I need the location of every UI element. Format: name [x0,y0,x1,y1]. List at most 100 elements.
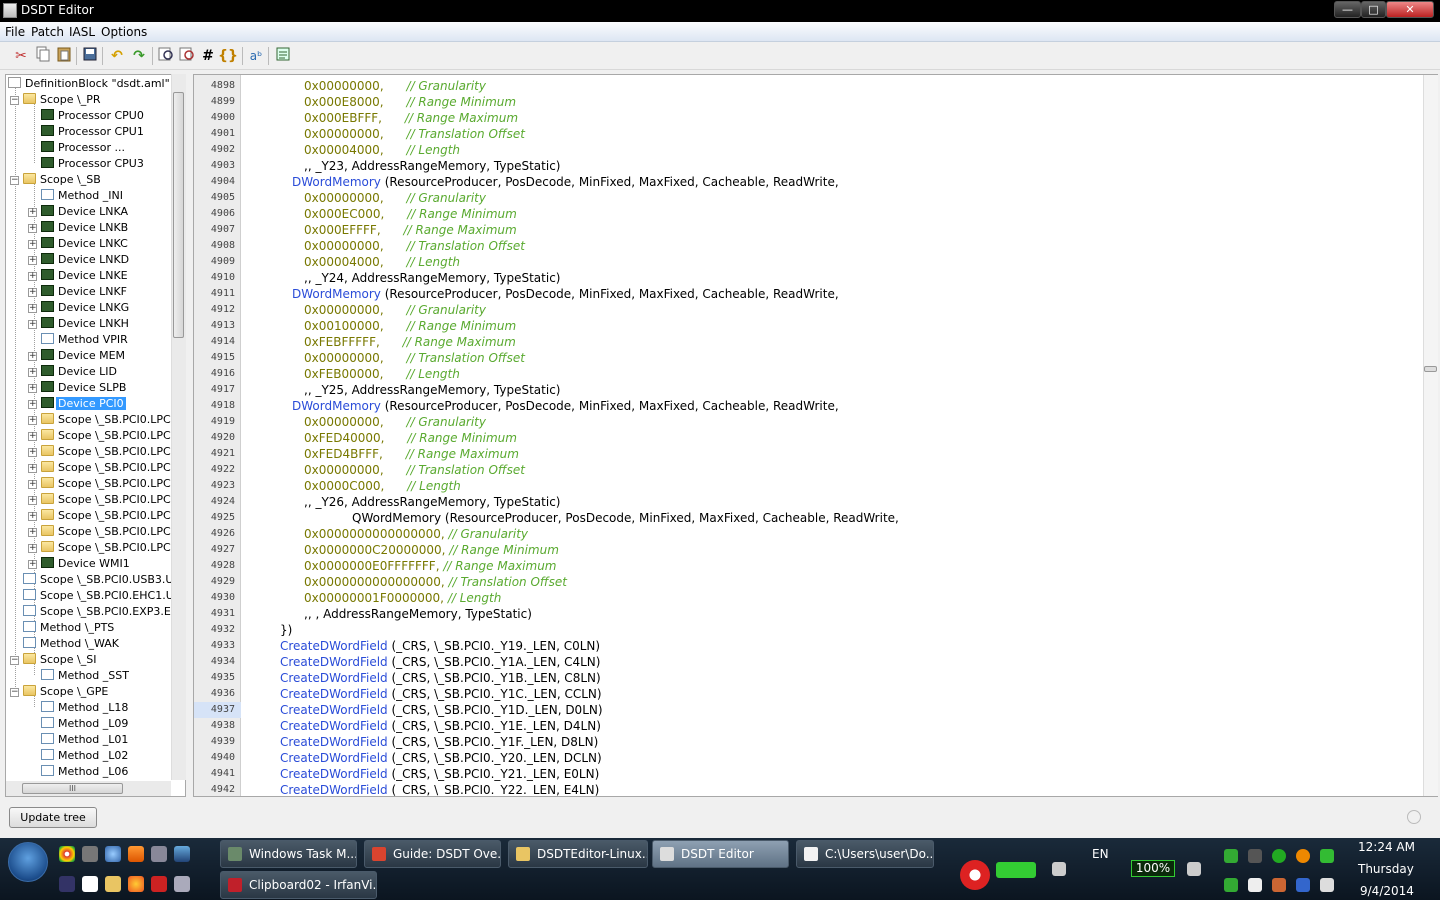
code-line[interactable]: CreateDWordField (_CRS, \_SB.PCI0._Y1E._… [280,718,601,734]
tree-expander[interactable]: + [28,256,37,265]
tree-expander[interactable]: + [28,480,37,489]
tree-expander[interactable]: + [28,304,37,313]
tree-node[interactable]: Scope \_SB [23,172,101,188]
network-icon[interactable] [1272,878,1286,892]
taskbar-button[interactable]: Windows Task M... [220,840,357,868]
app-tray-icon[interactable] [1224,878,1238,892]
clock-date[interactable]: 9/4/2014 [1360,884,1414,898]
clock-day[interactable]: Thursday [1358,862,1414,876]
box-icon[interactable] [174,876,190,892]
vlc-icon[interactable] [128,846,144,862]
update-tree-button[interactable]: Update tree [9,807,97,828]
tree-expander[interactable]: + [28,272,37,281]
taskbar-button[interactable]: DSDTEditor-Linux... [508,840,648,868]
code-line[interactable]: 0x00004000, // Length [304,142,460,158]
tree-node[interactable]: Scope \_SB.PCI0.LPC.E [41,492,181,508]
tree-node[interactable]: Device PCI0 [41,396,126,412]
tree-node[interactable]: Method _L18 [41,700,128,716]
shield-icon[interactable] [1224,849,1238,863]
code-line[interactable]: ,, , AddressRangeMemory, TypeStatic) [304,606,532,622]
code-line[interactable]: 0x000EFFFF, // Range Maximum [304,222,517,238]
code-line[interactable]: CreateDWordField (_CRS, \_SB.PCI0._Y19._… [280,638,600,654]
code-line[interactable]: 0x00000000, // Translation Offset [304,350,525,366]
tree-node[interactable]: Processor ... [41,140,125,156]
tree-node[interactable]: Scope \_SI [23,652,96,668]
code-line[interactable]: 0xFEB00000, // Length [304,366,460,382]
tree-node[interactable]: Scope \_SB.PCI0.LPC.E [41,540,181,556]
tree-node[interactable]: Scope \_SB.PCI0.LPC.E [41,508,181,524]
tree-node[interactable]: Scope \_SB.PCI0.USB3.URT [23,572,185,588]
code-line[interactable]: 0x00000000, // Translation Offset [304,462,525,478]
tree-expander[interactable]: + [28,544,37,553]
goto-line-icon[interactable]: # [198,46,218,66]
tree-expander[interactable]: − [10,656,19,665]
volume-icon[interactable] [1320,878,1334,892]
network-app-icon[interactable] [960,860,990,890]
signal-strength-icon[interactable] [996,862,1036,878]
code-line[interactable]: 0x00000001F0000000, // Length [304,590,501,606]
bell-icon[interactable] [1248,849,1262,863]
app-icon[interactable] [82,846,98,862]
tree-node[interactable]: Method _INI [41,188,123,204]
tree-node[interactable]: Scope \_SB.PCI0.LPC.E [41,476,181,492]
structure-tree[interactable]: DefinitionBlock "dsdt.aml" − Scope \_PR Pro… [5,74,186,797]
power-plug-icon[interactable] [1187,862,1201,876]
code-line[interactable]: 0x00000000, // Translation Offset [304,238,525,254]
tree-node[interactable]: Scope \_SB.PCI0.LPC.E [41,444,181,460]
tree-expander[interactable]: + [28,416,37,425]
code-line[interactable]: 0x000EBFFF, // Range Maximum [304,110,518,126]
tree-node[interactable]: Processor CPU1 [41,124,144,140]
code-line[interactable]: 0xFED40000, // Range Minimum [304,430,517,446]
tree-node[interactable]: Method \_PTS [23,620,114,636]
code-line[interactable]: 0x00000000, // Granularity [304,190,486,206]
menu-options[interactable]: Options [101,25,147,39]
irfanview-icon[interactable] [151,876,167,892]
menu-patch[interactable]: Patch [31,25,64,39]
tree-scroll-thumb[interactable] [173,92,184,338]
folder-icon[interactable] [105,876,121,892]
code-line[interactable]: 0x00004000, // Length [304,254,460,270]
tree-expander[interactable]: + [28,240,37,249]
tree-node[interactable]: Method _L09 [41,716,128,732]
tree-expander[interactable]: − [10,176,19,185]
code-line[interactable]: }) [280,622,292,638]
code-line[interactable]: 0x00000000, // Granularity [304,414,486,430]
tree-expander[interactable]: + [28,368,37,377]
tree-expander[interactable]: − [10,688,19,697]
tree-expander[interactable]: + [28,400,37,409]
code-line[interactable]: DWordMemory (ResourceProducer, PosDecode… [292,286,839,302]
code-line[interactable]: 0x000EC000, // Range Minimum [304,206,517,222]
tree-expander[interactable]: + [28,352,37,361]
tree-node[interactable]: Scope \_SB.PCI0.LPC.E [41,460,181,476]
code-line[interactable]: 0x0000000000000000, // Translation Offse… [304,574,567,590]
code-line[interactable]: 0x000E8000, // Range Minimum [304,94,516,110]
tree-expander[interactable]: + [28,384,37,393]
code-line[interactable]: 0x0000C000, // Length [304,478,461,494]
compile-icon[interactable] [273,46,293,66]
code-editor[interactable]: 4898 4899 4900 4901 4902 4903 4904 4905 4906 4907… [193,74,1438,797]
tools-icon[interactable] [151,846,167,862]
tree-node[interactable]: Scope \_SB.PCI0.LPC.E [41,428,181,444]
tree-node[interactable]: Method \_WAK [23,636,119,652]
tree-node[interactable]: Device LNKB [41,220,128,236]
code-line[interactable]: CreateDWordField (_CRS, \_SB.PCI0._Y1C._… [280,686,602,702]
tree-node[interactable]: Device LNKH [41,316,129,332]
editor-scroll-thumb[interactable] [1424,366,1437,372]
paste-icon[interactable] [54,46,74,66]
tree-node[interactable]: Scope \_SB.PCI0.EHC1.URT [23,588,185,604]
tree-node[interactable]: Device LNKF [41,284,127,300]
tree-node[interactable]: Device LNKE [41,268,128,284]
taskbar-button[interactable]: C:\Users\user\Do... [796,840,934,868]
tree-node[interactable]: Device LNKA [41,204,128,220]
code-line[interactable]: ,, _Y24, AddressRangeMemory, TypeStatic) [304,270,560,286]
save-icon[interactable] [80,46,100,66]
tree-expander[interactable]: + [28,560,37,569]
code-line[interactable]: ,, _Y26, AddressRangeMemory, TypeStatic) [304,494,560,510]
cut-icon[interactable]: ✂ [11,46,31,66]
flag-icon[interactable] [1248,878,1262,892]
code-line[interactable]: 0x00000000, // Translation Offset [304,126,525,142]
code-line[interactable]: CreateDWordField (_CRS, \_SB.PCI0._Y1B._… [280,670,601,686]
close-button[interactable]: ✕ [1386,1,1434,18]
code-line[interactable]: 0x00000000, // Granularity [304,78,486,94]
code-line[interactable]: 0x0000000000000000, // Granularity [304,526,528,542]
